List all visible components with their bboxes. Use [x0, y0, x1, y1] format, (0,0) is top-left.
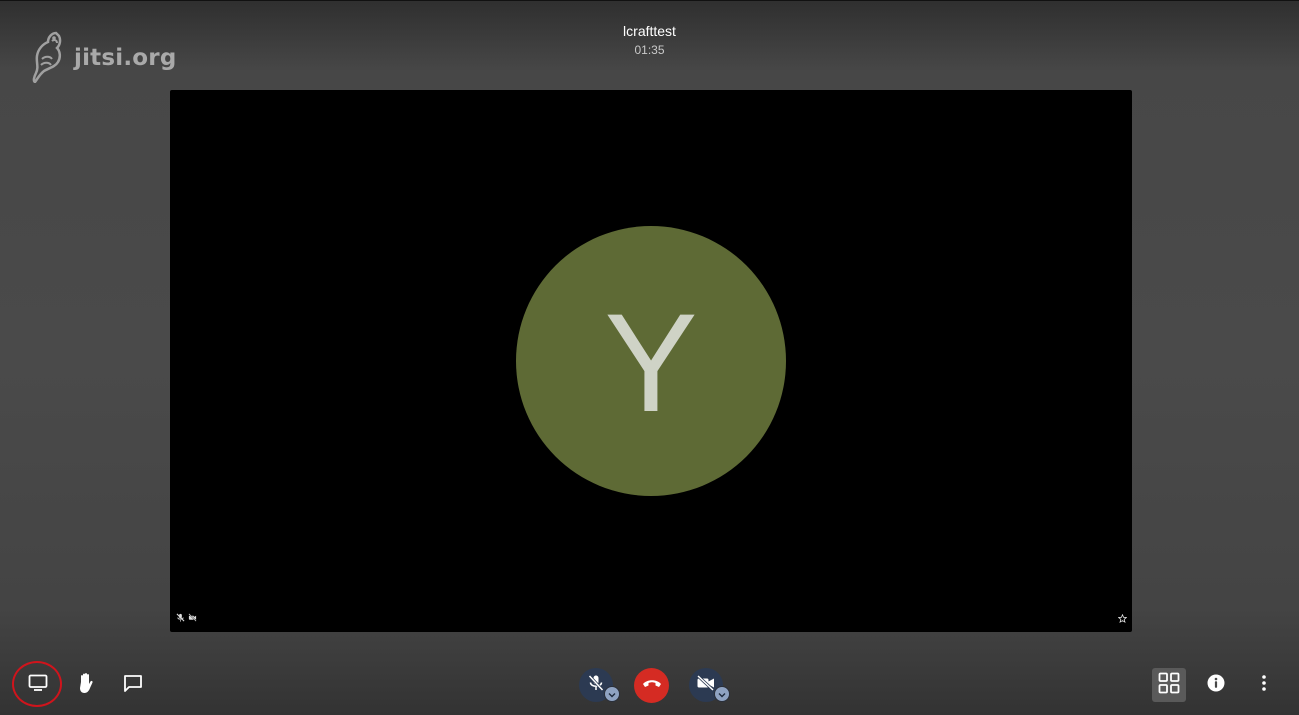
chat-icon [123, 674, 143, 697]
tile-view-icon [1158, 672, 1180, 699]
avatar-initial: Y [604, 284, 698, 441]
chevron-down-icon [718, 685, 726, 703]
more-actions-button[interactable] [1249, 670, 1279, 700]
hangup-button[interactable] [634, 668, 669, 703]
chat-button[interactable] [117, 670, 149, 700]
conference-name: lcrafttest [623, 23, 676, 39]
hangup-icon [642, 677, 662, 695]
tile-status-indicators [176, 609, 197, 627]
avatar: Y [516, 226, 786, 496]
more-icon [1261, 674, 1267, 697]
chevron-down-icon [608, 685, 616, 703]
conference-timer: 01:35 [634, 43, 665, 57]
video-muted-indicator-icon [188, 609, 197, 627]
camera-off-icon [696, 674, 716, 696]
window-top-border [0, 0, 1299, 1]
audio-muted-indicator-icon [176, 609, 185, 627]
raise-hand-icon [76, 672, 96, 699]
large-video[interactable]: Y [170, 90, 1132, 632]
video-settings-button[interactable] [714, 686, 730, 702]
info-icon [1207, 674, 1225, 697]
info-button[interactable] [1201, 670, 1231, 700]
dominant-speaker-star-icon [1117, 610, 1128, 628]
microphone-muted-icon [587, 674, 605, 697]
conference-subject: lcrafttest 01:35 [0, 22, 1299, 58]
raise-hand-button[interactable] [70, 670, 102, 700]
screen-share-button[interactable] [22, 670, 54, 700]
tile-view-button[interactable] [1152, 668, 1186, 702]
desktop-icon [28, 674, 48, 697]
audio-settings-button[interactable] [604, 686, 620, 702]
